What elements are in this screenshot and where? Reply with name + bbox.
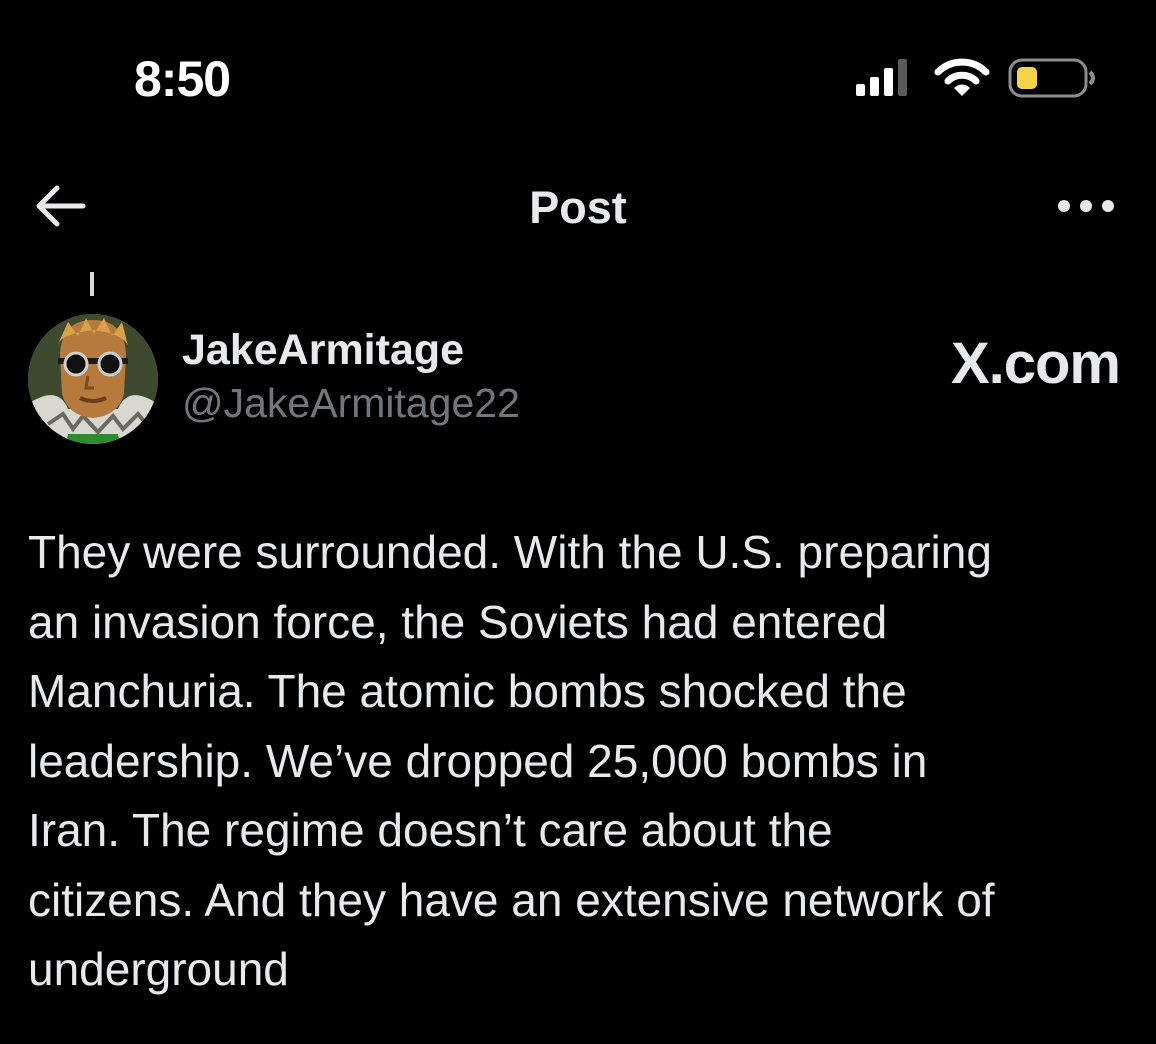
avatar[interactable] [28,314,158,444]
nav-bar: Post [0,160,1156,260]
thread-connector-line [90,272,94,296]
more-horizontal-icon [1056,198,1116,219]
cellular-signal-icon [856,58,914,103]
status-time: 8:50 [134,51,231,107]
post-body-text: They were surrounded. With the U.S. prep… [28,526,995,995]
author-handle[interactable]: @JakeArmitage22 [182,380,520,427]
status-bar: 8:50 [0,0,1156,160]
author-name[interactable]: JakeArmitage [182,326,464,375]
avatar-image [28,314,158,444]
wifi-icon [934,58,990,103]
battery-low-icon [1008,56,1098,105]
more-options-button[interactable] [1048,180,1124,236]
page-title: Post [529,182,627,233]
site-watermark: X.com [950,331,1121,396]
post-author-row: JakeArmitage @JakeArmitage22 X.com [0,300,1156,450]
